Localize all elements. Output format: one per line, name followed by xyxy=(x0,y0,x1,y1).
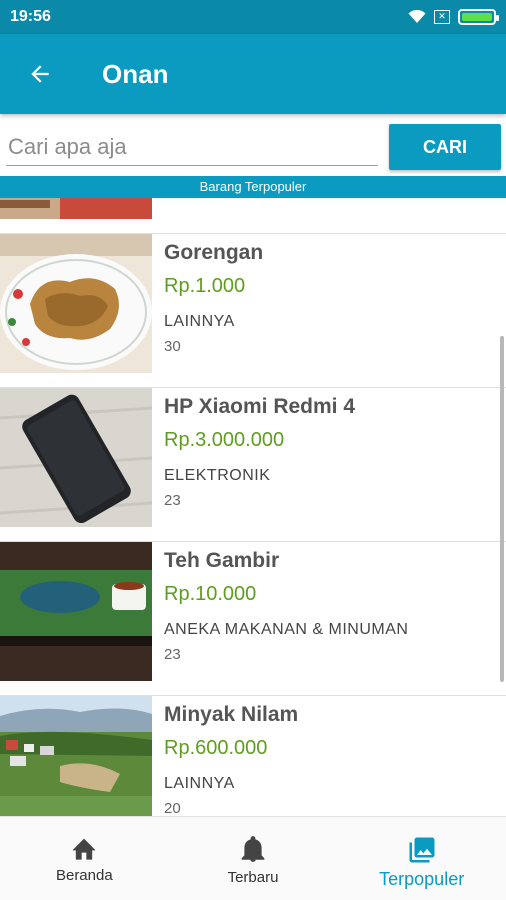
product-price: Rp.3.000.000 xyxy=(164,429,285,451)
nav-label: Terpopuler xyxy=(379,869,465,889)
search-button[interactable]: CARI xyxy=(389,124,501,170)
product-category: ELEKTRONIK xyxy=(164,467,271,484)
bottom-navigation: Beranda Terbaru Terpopuler xyxy=(0,816,506,900)
wifi-icon xyxy=(408,10,426,23)
list-item[interactable]: Minyak Nilam Rp.600.000 LAINNYA 20 xyxy=(0,696,506,816)
nav-label: Terbaru xyxy=(227,869,279,886)
product-count: 23 xyxy=(164,646,181,663)
product-price: Rp.600.000 xyxy=(164,737,268,759)
back-button[interactable] xyxy=(0,34,80,114)
list-item[interactable]: HP Xiaomi Redmi 4 Rp.3.000.000 ELEKTRONI… xyxy=(0,388,506,542)
product-list[interactable]: Gorengan Rp.1.000 LAINNYA 30 HP Xiaomi R… xyxy=(0,198,506,816)
product-count: 30 xyxy=(164,338,181,355)
product-category: LAINNYA xyxy=(164,313,235,330)
product-image xyxy=(0,388,152,527)
product-image xyxy=(0,234,152,373)
bell-icon xyxy=(241,836,265,862)
product-price: Rp.10.000 xyxy=(164,583,257,605)
page-title: Onan xyxy=(102,58,169,89)
status-time: 19:56 xyxy=(10,8,51,25)
list-item[interactable]: Gorengan Rp.1.000 LAINNYA 30 xyxy=(0,234,506,388)
nav-item-terpopuler[interactable]: Terpopuler xyxy=(337,817,506,900)
app-bar: Onan xyxy=(0,34,506,114)
product-name: HP Xiaomi Redmi 4 xyxy=(164,395,356,418)
product-count: 20 xyxy=(164,800,181,816)
no-sim-icon: ✕ xyxy=(434,10,450,24)
product-image xyxy=(0,696,152,816)
battery-level xyxy=(462,13,492,21)
home-icon xyxy=(72,838,96,860)
product-name: Teh Gambir xyxy=(164,549,280,572)
arrow-left-icon xyxy=(31,65,49,83)
product-category: ANEKA MAKANAN & MINUMAN xyxy=(164,621,409,638)
product-price: Rp.1.000 xyxy=(164,275,246,297)
image-icon xyxy=(409,837,435,863)
product-name: Gorengan xyxy=(164,241,264,264)
search-input[interactable] xyxy=(6,128,378,166)
scrollbar[interactable] xyxy=(500,336,504,682)
product-info: Minyak Nilam Rp.600.000 LAINNYA 20 xyxy=(164,700,496,816)
list-item[interactable]: Teh Gambir Rp.10.000 ANEKA MAKANAN & MIN… xyxy=(0,542,506,696)
product-count: 23 xyxy=(164,492,181,509)
status-bar: 19:56 ✕ xyxy=(0,0,506,34)
section-header: Barang Terpopuler xyxy=(0,176,506,198)
product-info: Teh Gambir Rp.10.000 ANEKA MAKANAN & MIN… xyxy=(164,546,496,666)
status-icons: ✕ xyxy=(408,9,499,25)
battery-icon xyxy=(458,9,499,25)
list-item-partial[interactable] xyxy=(0,198,506,234)
product-info: Gorengan Rp.1.000 LAINNYA 30 xyxy=(164,238,496,358)
nav-item-beranda[interactable]: Beranda xyxy=(0,817,169,900)
nav-item-terbaru[interactable]: Terbaru xyxy=(169,817,338,900)
search-row: CARI xyxy=(0,114,506,176)
product-name: Minyak Nilam xyxy=(164,703,299,726)
nav-label: Beranda xyxy=(55,867,113,884)
product-category: LAINNYA xyxy=(164,775,235,792)
product-image xyxy=(0,542,152,681)
product-image xyxy=(0,198,152,219)
product-info: HP Xiaomi Redmi 4 Rp.3.000.000 ELEKTRONI… xyxy=(164,392,496,512)
